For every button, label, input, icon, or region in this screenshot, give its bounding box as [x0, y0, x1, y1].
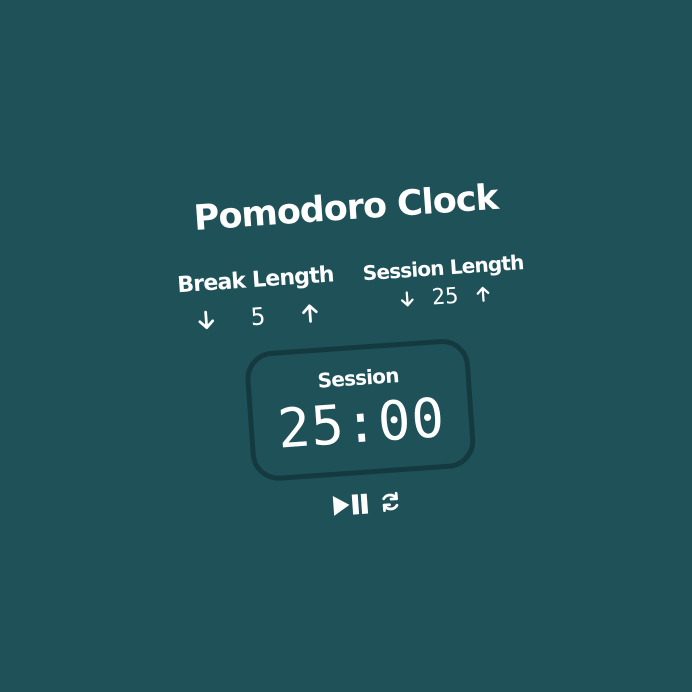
- break-increment-button[interactable]: [296, 299, 324, 327]
- arrow-down-icon: [400, 291, 414, 307]
- start-stop-button[interactable]: [331, 491, 371, 518]
- page-background: Pomodoro Clock Break Length 5 Session Le…: [0, 0, 692, 692]
- reset-button[interactable]: [379, 490, 402, 513]
- arrow-up-icon: [302, 304, 318, 323]
- page-title: Pomodoro Clock: [192, 177, 500, 239]
- break-decrement-button[interactable]: [192, 306, 220, 334]
- break-stepper: 5: [162, 296, 353, 337]
- session-length-value: 25: [431, 283, 460, 311]
- refresh-icon: [382, 491, 399, 513]
- arrow-up-icon: [476, 286, 490, 302]
- break-length-control: Break Length 5: [160, 260, 354, 337]
- session-increment-button[interactable]: [469, 280, 497, 308]
- pomodoro-app: Pomodoro Clock Break Length 5 Session Le…: [134, 156, 579, 554]
- session-length-control: Session Length 25: [347, 247, 540, 316]
- timer-controls: [156, 477, 577, 530]
- play-pause-icon: [332, 493, 369, 516]
- break-length-label: Break Length: [176, 262, 335, 299]
- time-left: 25:00: [275, 386, 448, 461]
- session-decrement-button[interactable]: [393, 285, 421, 313]
- break-length-value: 5: [249, 302, 267, 332]
- arrow-down-icon: [198, 310, 215, 330]
- timer-display: Session 25:00: [243, 337, 478, 483]
